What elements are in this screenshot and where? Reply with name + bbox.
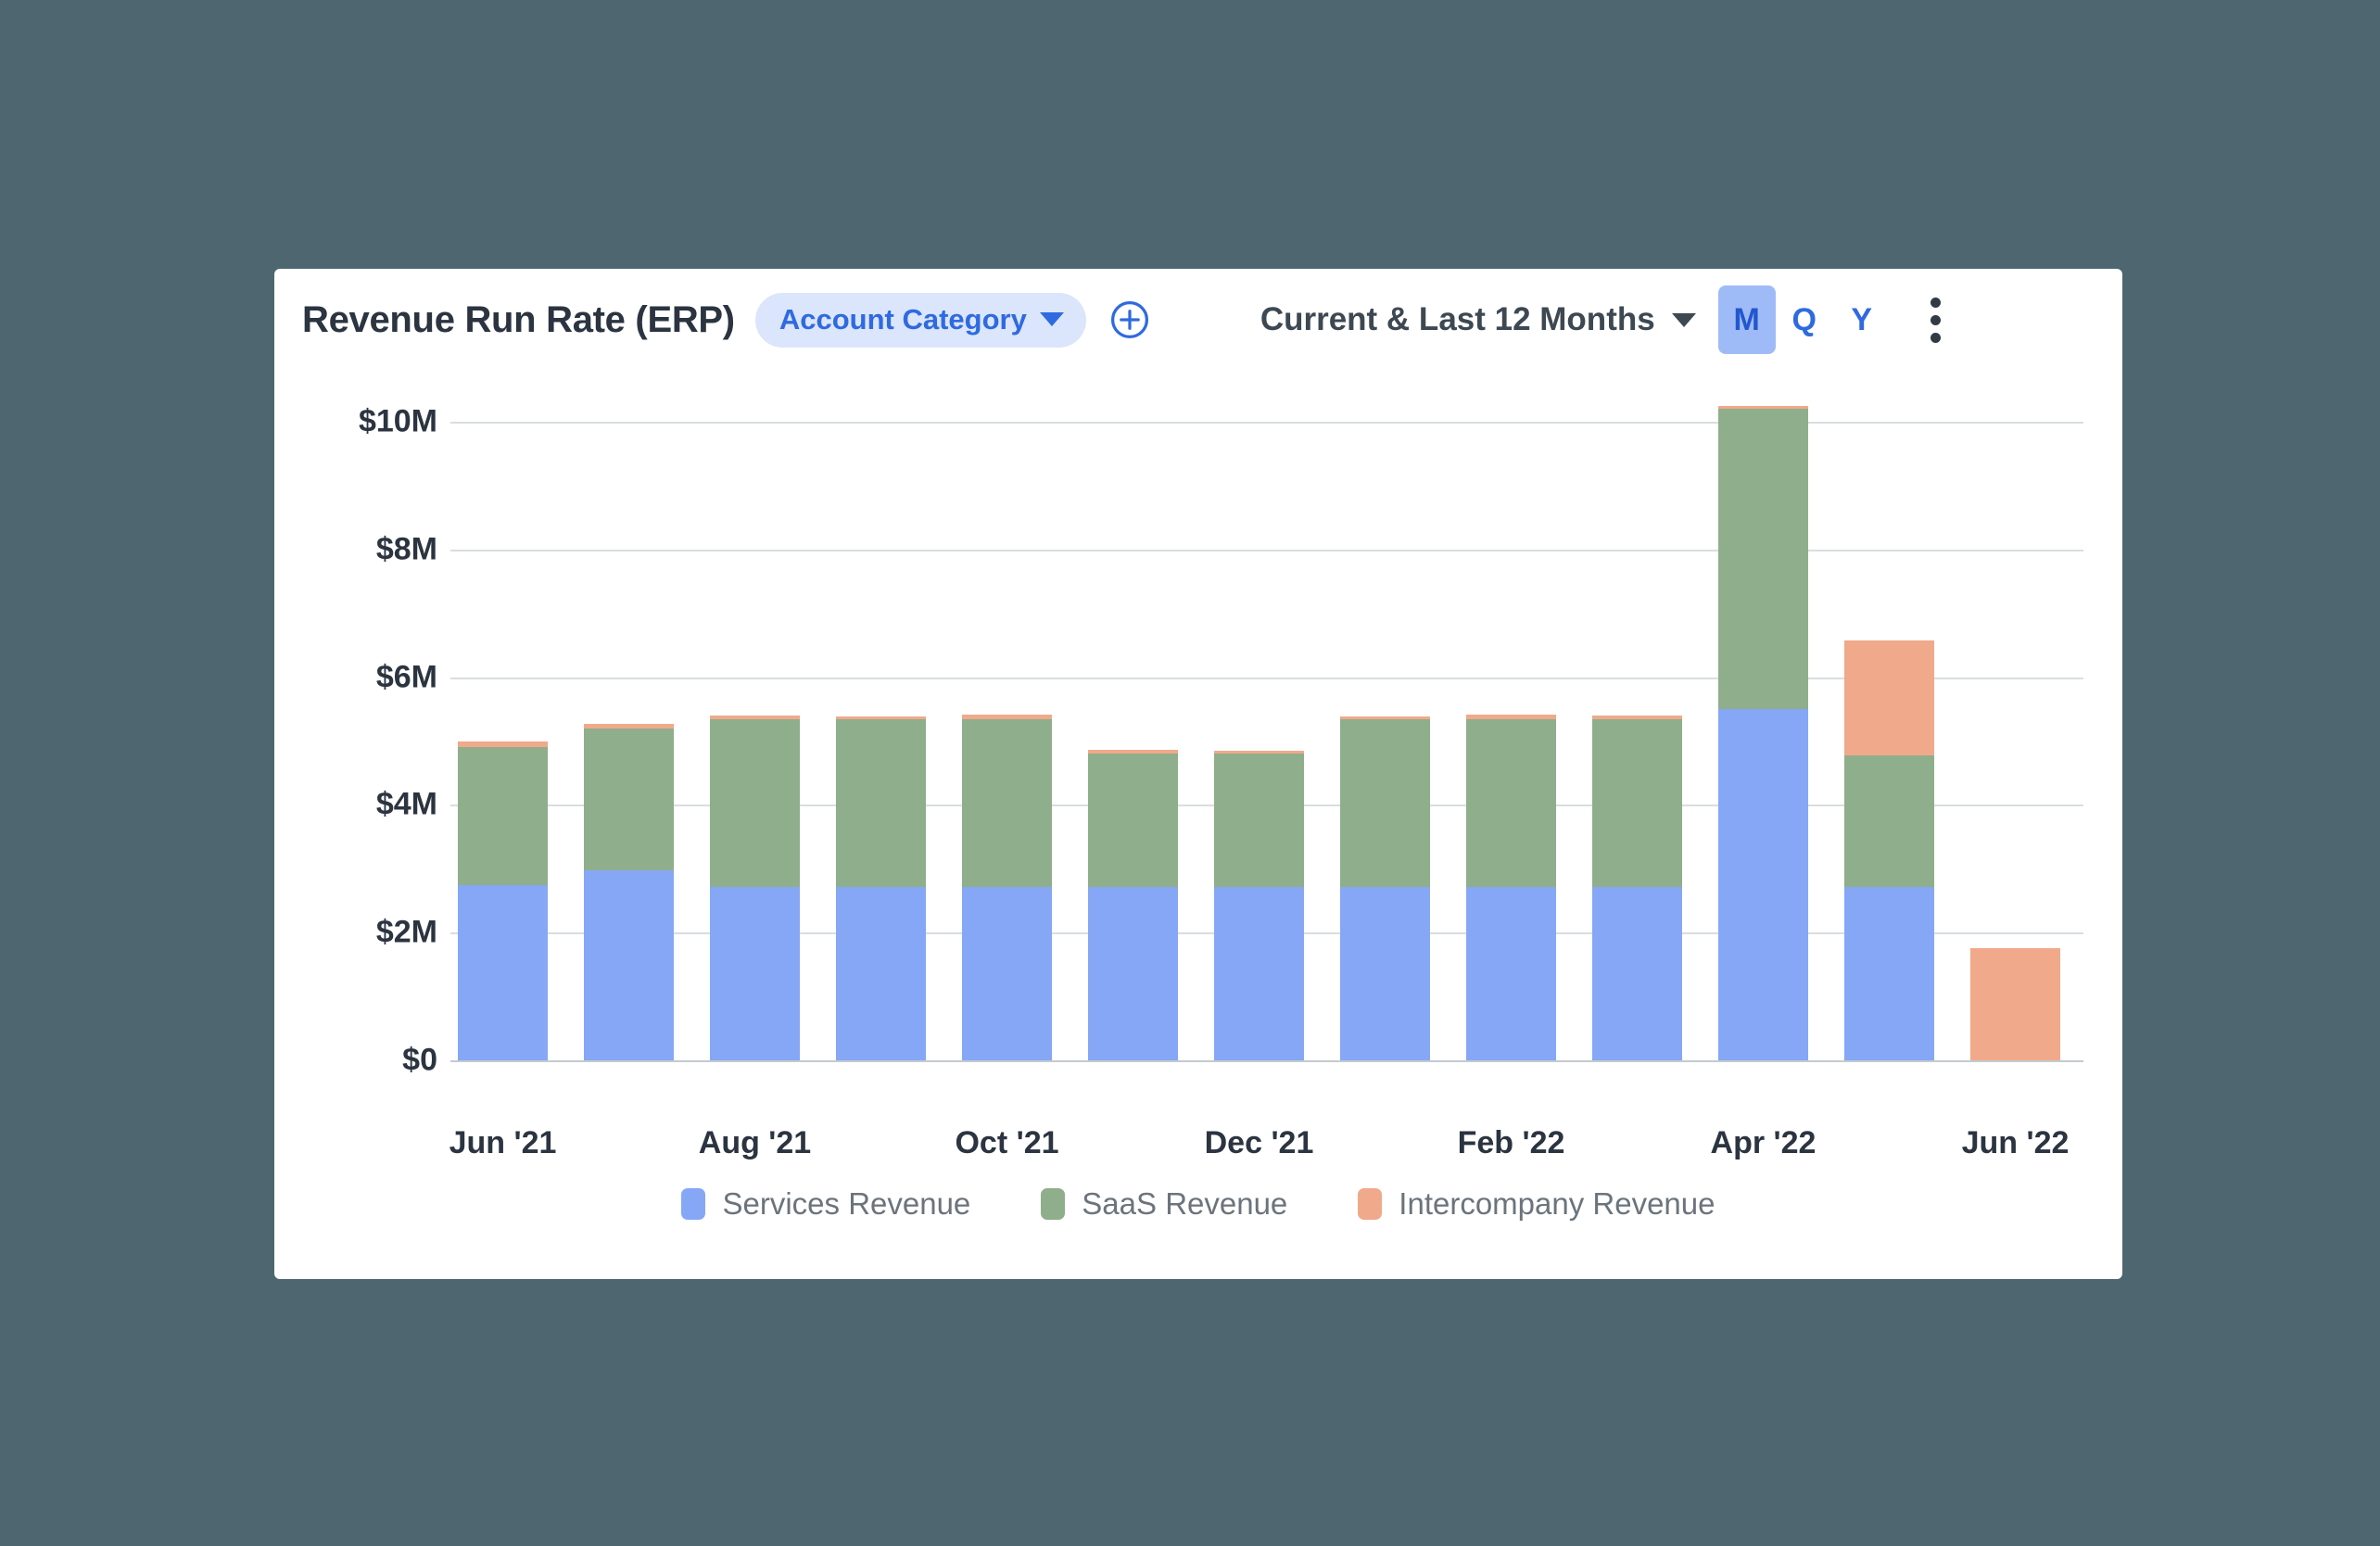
y-axis-tick-label: $8M: [375, 531, 437, 567]
x-axis-tick-label: Apr '22: [1710, 1125, 1817, 1160]
legend-swatch: [1041, 1188, 1066, 1220]
bar-segment[interactable]: [1340, 716, 1430, 720]
legend-label: Services Revenue: [722, 1186, 971, 1221]
bar-column[interactable]: [1088, 371, 1178, 1060]
dimension-selector[interactable]: Account Category: [754, 292, 1086, 348]
granularity-label-y: Y: [1851, 301, 1873, 337]
bar-segment[interactable]: [710, 719, 800, 887]
bar-column[interactable]: [1718, 371, 1808, 1060]
bar-segment[interactable]: [1088, 754, 1178, 887]
bar-segment[interactable]: [1592, 886, 1682, 1060]
granularity-toggle-group: M Q Y: [1717, 285, 1891, 354]
bar-column[interactable]: [962, 371, 1052, 1060]
legend-swatch: [681, 1188, 706, 1220]
legend-item[interactable]: SaaS Revenue: [1041, 1186, 1287, 1222]
bar-segment[interactable]: [458, 741, 548, 748]
bar-segment[interactable]: [1088, 749, 1178, 754]
granularity-label-m: M: [1733, 301, 1760, 337]
bar-segment[interactable]: [1214, 886, 1304, 1060]
bar-column[interactable]: [1592, 371, 1682, 1060]
kebab-dot: [1931, 314, 1942, 325]
bar-segment[interactable]: [1718, 409, 1808, 710]
bar-column[interactable]: [1214, 371, 1304, 1060]
bar-segment[interactable]: [710, 716, 800, 720]
bar-segment[interactable]: [1466, 715, 1556, 720]
chevron-down-icon: [1671, 312, 1696, 327]
bar-segment[interactable]: [1844, 886, 1934, 1060]
kebab-menu-icon[interactable]: [1915, 291, 1957, 348]
bar-segment[interactable]: [710, 886, 800, 1060]
bar-column[interactable]: [836, 371, 926, 1060]
x-axis-tick-label: Oct '21: [955, 1125, 1059, 1160]
y-axis-tick-label: $6M: [375, 659, 437, 695]
bars-group: [450, 371, 2083, 1103]
chart-legend: Services Revenue SaaS Revenue Intercompany…: [274, 1186, 2122, 1222]
bar-segment[interactable]: [458, 884, 548, 1060]
chart-header: Revenue Run Rate (ERP) Account Category …: [274, 269, 2122, 371]
bar-column[interactable]: [1466, 371, 1556, 1060]
bar-segment[interactable]: [584, 723, 674, 729]
chevron-down-icon: [1039, 312, 1064, 326]
bar-column[interactable]: [710, 371, 800, 1060]
y-axis-tick-label: $2M: [375, 914, 437, 950]
chart-card: Revenue Run Rate (ERP) Account Category …: [274, 269, 2122, 1279]
granularity-button-year[interactable]: Y: [1833, 285, 1891, 354]
y-axis-tick-label: $10M: [358, 403, 437, 439]
legend-label: SaaS Revenue: [1082, 1186, 1288, 1221]
bar-segment[interactable]: [584, 728, 674, 870]
bar-column[interactable]: [458, 371, 548, 1060]
granularity-label-q: Q: [1791, 301, 1817, 337]
y-axis: $0 $2M $4M $6M $8M $10M: [274, 371, 450, 1103]
bar-segment[interactable]: [1844, 755, 1934, 887]
legend-item[interactable]: Services Revenue: [681, 1186, 970, 1222]
bar-segment[interactable]: [458, 747, 548, 885]
x-axis-tick-label: Aug '21: [698, 1125, 812, 1160]
legend-item[interactable]: Intercompany Revenue: [1358, 1186, 1715, 1222]
y-axis-tick-label: $4M: [375, 786, 437, 822]
date-range-label: Current & Last 12 Months: [1260, 301, 1655, 337]
bar-segment[interactable]: [1718, 405, 1808, 410]
bar-segment[interactable]: [1844, 640, 1934, 756]
x-axis-tick-label: Jun '22: [1961, 1125, 2070, 1160]
bar-segment[interactable]: [836, 886, 926, 1060]
y-axis-tick-label: $0: [402, 1042, 437, 1078]
bar-column[interactable]: [1340, 371, 1430, 1060]
x-axis: Jun '21 Aug '21 Oct '21 Dec '21 Feb '22 Apr '…: [449, 1103, 2083, 1177]
bar-segment[interactable]: [962, 719, 1052, 887]
bar-segment[interactable]: [1088, 886, 1178, 1060]
dimension-selector-label: Account Category: [779, 302, 1027, 336]
bar-segment[interactable]: [1466, 886, 1556, 1060]
kebab-dot: [1931, 332, 1942, 343]
bar-segment[interactable]: [1214, 754, 1304, 887]
bar-segment[interactable]: [584, 869, 674, 1060]
bar-segment[interactable]: [836, 719, 926, 887]
bar-segment[interactable]: [1592, 716, 1682, 720]
x-axis-tick-label: Jun '21: [449, 1125, 557, 1160]
x-axis-tick-label: Dec '21: [1204, 1125, 1314, 1160]
bar-segment[interactable]: [1340, 886, 1430, 1060]
date-range-selector[interactable]: Current & Last 12 Months: [1260, 301, 1696, 338]
legend-swatch: [1358, 1188, 1383, 1220]
bar-column[interactable]: [1970, 371, 2060, 1060]
kebab-dot: [1931, 297, 1942, 308]
granularity-button-month[interactable]: M: [1717, 285, 1776, 354]
bar-segment[interactable]: [1214, 750, 1304, 754]
bar-segment[interactable]: [1718, 709, 1808, 1060]
bar-segment[interactable]: [1340, 719, 1430, 887]
circle-plus-icon[interactable]: [1108, 298, 1151, 341]
page-title: Revenue Run Rate (ERP): [302, 298, 735, 340]
bar-column[interactable]: [1844, 371, 1934, 1060]
chart-plot-area: $0 $2M $4M $6M $8M $10M Jun '21 Aug '21 Oct '21…: [274, 371, 2122, 1279]
x-axis-tick-label: Feb '22: [1457, 1125, 1565, 1160]
bar-segment[interactable]: [1970, 948, 2060, 1060]
granularity-button-quarter[interactable]: Q: [1776, 285, 1833, 354]
bar-segment[interactable]: [1466, 719, 1556, 887]
bar-segment[interactable]: [836, 716, 926, 720]
bar-column[interactable]: [584, 371, 674, 1060]
bar-segment[interactable]: [962, 886, 1052, 1060]
legend-label: Intercompany Revenue: [1399, 1186, 1715, 1221]
bar-segment[interactable]: [1592, 719, 1682, 887]
bar-segment[interactable]: [962, 715, 1052, 720]
plot-grid: [450, 371, 2083, 1103]
